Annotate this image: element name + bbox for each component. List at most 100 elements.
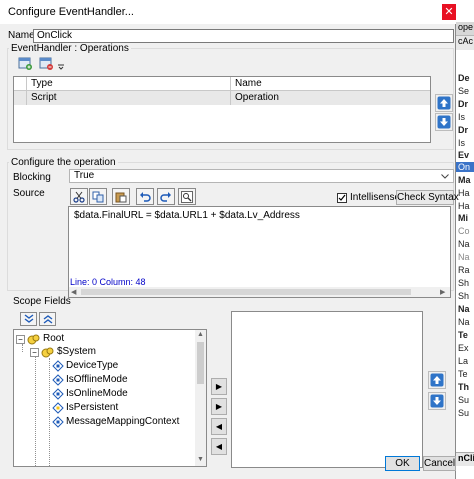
background-row: Dr — [458, 125, 469, 135]
intellisense-label: Intellisense — [350, 192, 401, 203]
arrow-up-icon — [437, 96, 451, 110]
cancel-button[interactable]: Cancel — [423, 456, 456, 471]
scope-fields-label: Scope Fields — [13, 296, 71, 307]
expand-all-button[interactable] — [20, 312, 37, 326]
operations-grid: Type Name Script Operation — [13, 76, 431, 143]
intellisense-checkbox[interactable] — [337, 193, 347, 203]
tree-vertical-scrollbar[interactable]: ▲ ▼ — [195, 330, 206, 466]
collapse-all-icon — [43, 315, 52, 324]
tree-node-system[interactable]: − $System — [30, 346, 96, 358]
cell-name[interactable]: Operation — [231, 91, 430, 105]
move-up-button[interactable] — [435, 94, 453, 112]
background-window-panel: ope cAc De Se Dr Is Dr Is Ev On Ma Ha Ha… — [455, 0, 474, 479]
add-all-fields-button[interactable]: ▶ — [211, 398, 227, 415]
tree-node-label: DeviceType — [66, 360, 119, 371]
scope-move-down-button[interactable] — [428, 392, 446, 410]
field-icon — [52, 402, 64, 414]
copy-button[interactable] — [89, 188, 107, 205]
source-code[interactable]: $data.FinalURL = $data.URL1 + $data.Lv_A… — [74, 210, 300, 221]
blocking-label: Blocking — [13, 172, 51, 183]
scope-fields-tree[interactable]: − Root − $System DeviceType IsOfflineMod… — [13, 329, 207, 467]
folder-icon — [27, 334, 40, 345]
background-row: Mi — [458, 213, 468, 223]
move-down-button[interactable] — [435, 113, 453, 131]
ok-button[interactable]: OK — [385, 456, 420, 471]
paste-icon — [115, 192, 127, 202]
redo-icon — [160, 191, 171, 202]
redo-button[interactable] — [157, 188, 175, 205]
field-icon — [52, 374, 64, 386]
collapse-toggle-icon[interactable]: − — [30, 347, 39, 357]
background-row: Th — [458, 382, 469, 392]
name-label: Name — [8, 30, 35, 41]
check-syntax-button[interactable]: Check Syntax — [396, 190, 459, 205]
background-row: Na — [458, 304, 470, 314]
cursor-position-status: Line: 0 Column: 48 — [70, 277, 146, 287]
background-row: Dr — [458, 99, 469, 109]
background-row: De — [458, 73, 470, 83]
copy-icon — [92, 191, 104, 202]
row-selector[interactable] — [14, 91, 27, 105]
tree-node-devicetype[interactable]: DeviceType — [52, 360, 118, 372]
remove-all-fields-button[interactable]: ◀ — [211, 438, 227, 455]
tree-node-isofflinemode[interactable]: IsOfflineMode — [52, 374, 128, 386]
tree-node-label: $System — [57, 346, 96, 357]
add-field-button[interactable]: ▶ — [211, 378, 227, 395]
scroll-left-icon[interactable]: ◀ — [71, 288, 76, 296]
column-header-name[interactable]: Name — [231, 77, 430, 91]
collapse-all-button[interactable] — [39, 312, 56, 326]
paste-button[interactable] — [112, 188, 130, 205]
add-operation-icon[interactable] — [17, 55, 33, 71]
column-header-type[interactable]: Type — [27, 77, 231, 91]
cut-button[interactable] — [70, 188, 88, 205]
background-panel-subheader: cAc — [456, 36, 474, 50]
scope-move-up-button[interactable] — [428, 371, 446, 389]
configure-eventhandler-dialog: Configure EventHandler... ✕ Name OnClick… — [0, 0, 459, 479]
scroll-thumb[interactable] — [197, 342, 204, 384]
table-row[interactable]: Script Operation — [14, 91, 430, 105]
chevron-down-icon — [437, 170, 453, 182]
background-row: Te — [458, 369, 468, 379]
scroll-up-icon[interactable]: ▲ — [197, 331, 204, 338]
expand-all-icon — [24, 314, 33, 323]
scroll-thumb[interactable] — [81, 289, 411, 295]
grid-corner — [14, 77, 27, 91]
operations-group-title: EventHandler : Operations — [9, 43, 131, 54]
blocking-select[interactable]: True — [69, 169, 454, 183]
remove-field-button[interactable]: ◀ — [211, 418, 227, 435]
background-row: Is — [458, 112, 466, 122]
source-horizontal-scrollbar[interactable]: ◀ ▶ — [69, 287, 450, 297]
arrow-down-icon — [430, 394, 444, 408]
scroll-right-icon[interactable]: ▶ — [440, 288, 445, 296]
tree-node-label: IsOnlineMode — [66, 388, 128, 399]
name-input[interactable]: OnClick — [33, 29, 454, 43]
background-row: Su — [458, 408, 470, 418]
field-icon — [52, 416, 64, 428]
tree-node-label: IsPersistent — [66, 402, 119, 413]
configure-operation-title: Configure the operation — [9, 157, 118, 168]
background-panel-footer: nCli — [456, 452, 474, 466]
background-row: Co — [458, 226, 470, 236]
undo-button[interactable] — [136, 188, 154, 205]
tree-node-root[interactable]: − Root — [16, 333, 64, 345]
scroll-down-icon[interactable]: ▼ — [197, 456, 204, 463]
checkmark-icon — [338, 194, 346, 201]
delete-operation-icon[interactable] — [38, 55, 54, 71]
background-row: Na — [458, 239, 470, 249]
window-title: Configure EventHandler... — [8, 6, 134, 18]
background-row: Ev — [458, 150, 470, 160]
tree-node-ispersistent[interactable]: IsPersistent — [52, 402, 118, 414]
cell-type[interactable]: Script — [27, 91, 231, 105]
tree-node-messagemappingcontext[interactable]: MessageMappingContext — [52, 416, 179, 428]
undo-icon — [140, 191, 151, 202]
selected-scope-list[interactable] — [231, 311, 423, 468]
close-icon: ✕ — [444, 6, 454, 18]
background-row: Ex — [458, 343, 469, 353]
find-button[interactable] — [178, 188, 196, 205]
tree-node-isonlinemode[interactable]: IsOnlineMode — [52, 388, 128, 400]
magnifier-icon — [181, 190, 193, 203]
toolbar-options-icon[interactable] — [56, 57, 72, 73]
collapse-toggle-icon[interactable]: − — [16, 334, 25, 344]
field-icon — [52, 360, 64, 372]
close-button[interactable]: ✕ — [442, 4, 456, 20]
